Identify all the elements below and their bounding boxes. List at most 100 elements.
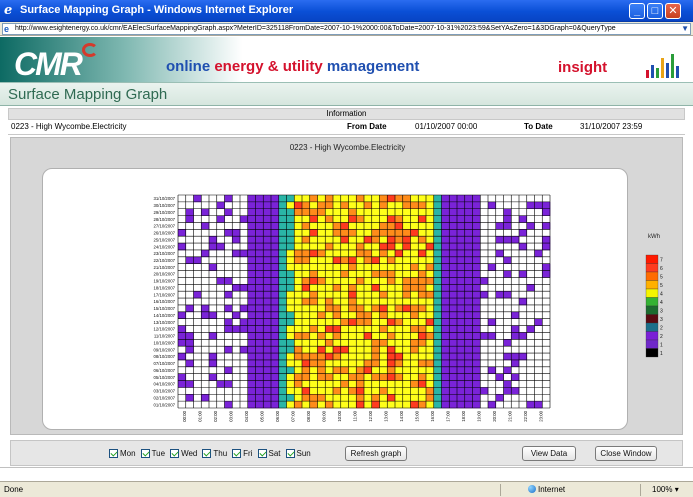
checkbox-checked-icon[interactable] xyxy=(232,449,242,458)
heatmap-cell xyxy=(317,401,326,409)
heatmap-cell xyxy=(418,359,427,368)
heatmap-cell xyxy=(433,304,442,313)
heatmap-cell xyxy=(457,298,466,306)
heatmap-cell xyxy=(371,284,380,292)
heatmap-cell xyxy=(255,325,264,333)
heatmap-cell xyxy=(356,249,365,258)
heatmap-cell xyxy=(348,346,357,354)
heatmap-cell xyxy=(356,304,365,313)
heatmap-cell xyxy=(340,222,349,230)
heatmap-cell xyxy=(534,201,543,210)
checkbox-checked-icon[interactable] xyxy=(170,449,180,458)
heatmap-cell xyxy=(263,394,272,402)
heatmap-cell xyxy=(402,291,411,299)
day-checkbox-tue[interactable]: Tue xyxy=(140,449,165,458)
heatmap-cell xyxy=(464,387,473,395)
heatmap-cell xyxy=(511,359,520,368)
heatmap-cell xyxy=(371,353,380,361)
heatmap-cell xyxy=(224,277,233,285)
heatmap-cell xyxy=(441,243,450,251)
legend-label: 1 xyxy=(660,342,663,348)
close-window-button[interactable]: ✕ xyxy=(665,3,681,19)
heatmap-cell xyxy=(449,249,458,258)
divider xyxy=(0,467,693,468)
day-checkbox-mon[interactable]: Mon xyxy=(109,449,136,458)
heatmap-cell xyxy=(209,263,218,271)
heatmap-cell xyxy=(356,284,365,292)
minimize-button[interactable]: _ xyxy=(629,3,645,19)
heatmap-cell xyxy=(410,380,419,388)
heatmap-cell xyxy=(348,339,357,347)
close-window-page-button[interactable]: Close Window xyxy=(595,446,657,461)
heatmap-cell xyxy=(263,256,272,265)
heatmap-cell xyxy=(302,249,311,258)
address-field[interactable]: e http://www.esightenergy.co.uk/cmr/EAEl… xyxy=(2,23,691,35)
heatmap-cell xyxy=(426,215,435,223)
day-checkbox-sun[interactable]: Sun xyxy=(285,449,311,458)
heatmap-cell xyxy=(286,387,295,395)
checkbox-checked-icon[interactable] xyxy=(202,449,212,458)
heatmap-cell xyxy=(247,380,256,388)
heatmap-cell xyxy=(441,346,450,354)
heatmap-cell xyxy=(457,380,466,388)
heatmap-cell xyxy=(348,284,357,292)
checkbox-checked-icon[interactable] xyxy=(257,449,267,458)
heatmap-cell xyxy=(402,311,411,319)
insight-text: insight xyxy=(558,59,608,76)
heatmap-cell xyxy=(480,277,489,285)
heatmap-cell xyxy=(395,201,404,210)
heatmap-cell xyxy=(333,236,342,244)
chevron-down-icon[interactable]: ▼ xyxy=(681,24,689,34)
heatmap-cell xyxy=(325,270,334,278)
heatmap-cell xyxy=(371,215,380,223)
heatmap-cell xyxy=(418,311,427,319)
heatmap-cell xyxy=(449,222,458,230)
heatmap-cell xyxy=(325,291,334,299)
heatmap-cell xyxy=(271,394,280,402)
heatmap-cell xyxy=(379,256,388,265)
checkbox-checked-icon[interactable] xyxy=(285,449,295,458)
heatmap-cell xyxy=(294,263,303,271)
heatmap-cell xyxy=(441,236,450,244)
heatmap-cell xyxy=(333,291,342,299)
heatmap-cell xyxy=(263,249,272,258)
heatmap-cell xyxy=(185,332,194,340)
view-data-button[interactable]: View Data xyxy=(522,446,576,461)
heatmap-cell xyxy=(364,353,373,361)
heatmap-cell xyxy=(464,332,473,340)
heatmap-cell xyxy=(263,229,272,237)
heatmap-cell xyxy=(317,380,326,388)
day-checkbox-wed[interactable]: Wed xyxy=(170,449,197,458)
heatmap-cell xyxy=(193,195,202,203)
zoom-level[interactable]: 100% ▾ xyxy=(652,482,679,497)
heatmap-cell xyxy=(325,359,334,368)
y-tick-label: 25/10/2007 xyxy=(153,237,175,242)
heatmap-cell xyxy=(464,243,473,251)
heatmap-cell xyxy=(410,243,419,251)
day-checkbox-thu[interactable]: Thu xyxy=(202,449,227,458)
heatmap-cell xyxy=(302,387,311,395)
heatmap-cell xyxy=(464,195,473,203)
heatmap-cell xyxy=(371,229,380,237)
heatmap-cell xyxy=(542,270,551,278)
heatmap-cell xyxy=(294,401,303,409)
heatmap-cell xyxy=(472,387,481,395)
heatmap-cell xyxy=(294,249,303,258)
heatmap-cell xyxy=(255,215,264,223)
heatmap-cell xyxy=(302,332,311,340)
checkbox-checked-icon[interactable] xyxy=(109,449,118,458)
from-date-value: 01/10/2007 00:00 xyxy=(415,122,478,131)
day-checkbox-sat[interactable]: Sat xyxy=(257,449,281,458)
checkbox-checked-icon[interactable] xyxy=(140,449,150,458)
heatmap-cell xyxy=(255,270,264,278)
heatmap-cell xyxy=(395,311,404,319)
maximize-button[interactable]: □ xyxy=(647,3,663,19)
heatmap-cell xyxy=(302,284,311,292)
refresh-graph-button[interactable]: Refresh graph xyxy=(345,446,407,461)
day-checkbox-fri[interactable]: Fri xyxy=(232,449,253,458)
heatmap-cell xyxy=(286,291,295,299)
heatmap-cell xyxy=(185,215,194,223)
heatmap-cell xyxy=(387,270,396,278)
heatmap-cell xyxy=(472,291,481,299)
heatmap-cell xyxy=(395,284,404,292)
